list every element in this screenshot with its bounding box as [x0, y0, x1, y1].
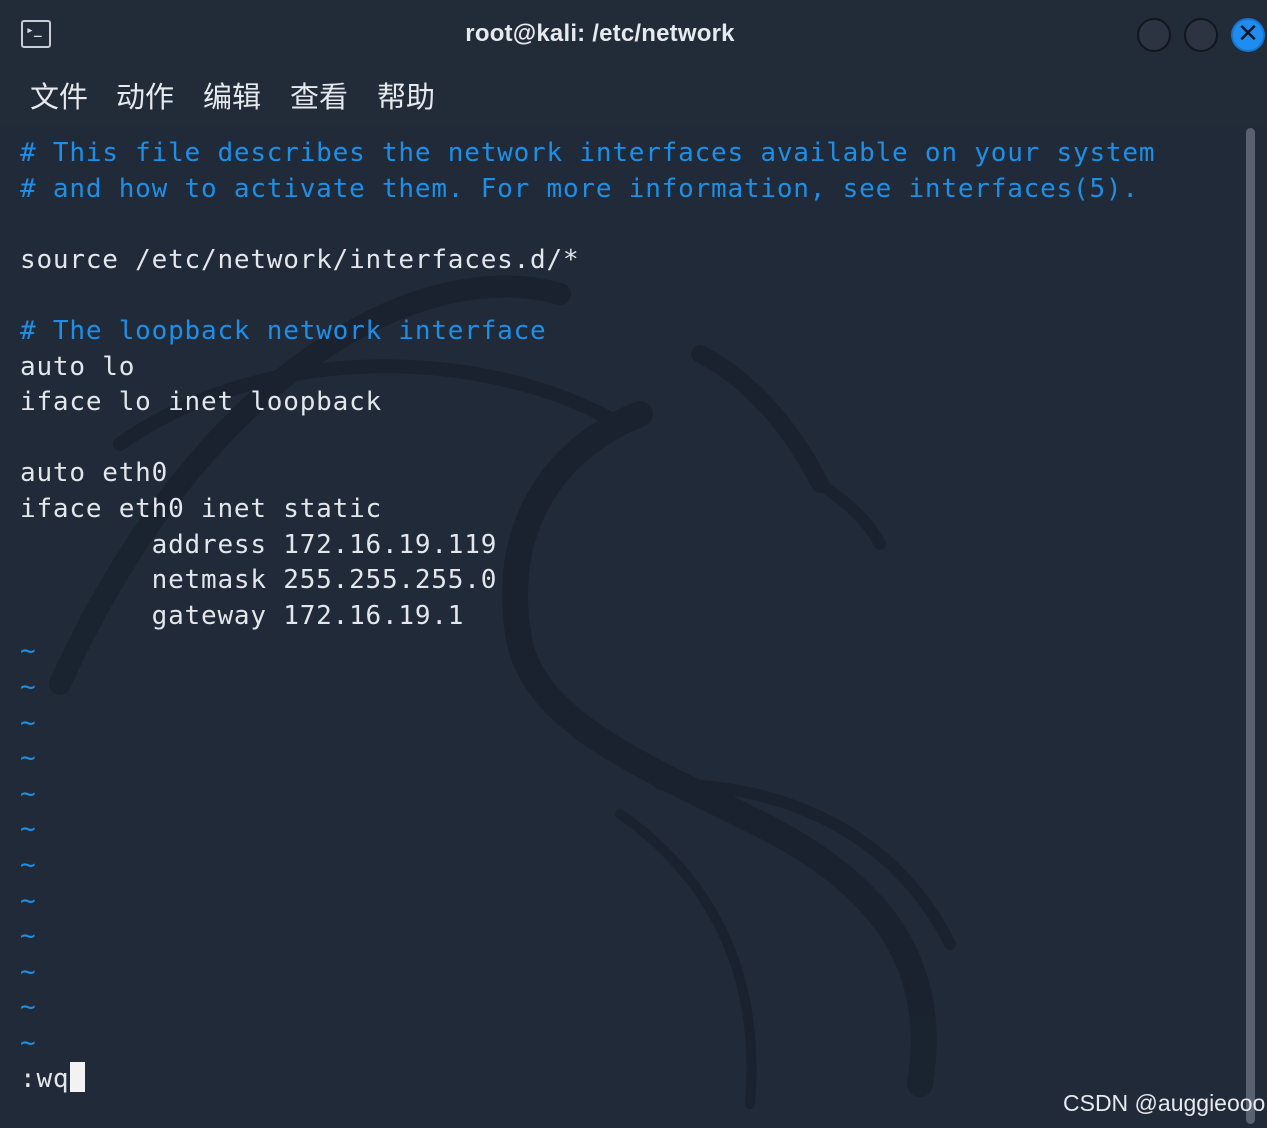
terminal-content[interactable]: # This file describes the network interf… — [0, 124, 1240, 1128]
empty-line-marker: ~ — [20, 1028, 37, 1058]
comment-line: # The loopback network interface — [20, 316, 547, 346]
empty-line-marker: ~ — [20, 956, 37, 987]
code-line: netmask 255.255.255.0 — [20, 565, 498, 596]
empty-line-marker: ~ — [20, 885, 37, 916]
code-line: iface eth0 inet static — [20, 494, 382, 524]
empty-line-marker: ~ — [20, 992, 37, 1023]
empty-line-marker: ~ — [20, 672, 37, 702]
empty-line-marker: ~ — [20, 707, 37, 738]
empty-line-marker: ~ — [20, 921, 37, 952]
empty-line-marker: ~ — [20, 814, 37, 845]
terminal-window: ▸_ root@kali: /etc/network ✕ 文件 动作 编辑 查看… — [0, 0, 1267, 1128]
vim-command-line[interactable]: :wq — [20, 1061, 86, 1096]
comment-line: # and how to activate them. For more inf… — [20, 173, 1139, 204]
menu-bar: 文件 动作 编辑 查看 帮助 — [0, 72, 1267, 125]
code-line: iface lo inet loopback — [20, 387, 382, 418]
menu-action[interactable]: 动作 — [116, 80, 174, 114]
minimize-button[interactable] — [1137, 18, 1171, 52]
menu-help[interactable]: 帮助 — [377, 80, 435, 114]
text-cursor — [70, 1061, 86, 1092]
comment-line: # This file describes the network interf… — [20, 138, 1156, 168]
menu-view[interactable]: 查看 — [290, 80, 348, 114]
empty-line-marker: ~ — [20, 850, 37, 880]
maximize-button[interactable] — [1184, 18, 1218, 52]
code-line: auto lo — [20, 351, 136, 382]
terminal-app-icon[interactable]: ▸_ — [21, 20, 51, 48]
csdn-watermark: CSDN @auggieooo — [1063, 1090, 1266, 1116]
close-icon: ✕ — [1237, 19, 1259, 49]
window-title: root@kali: /etc/network — [465, 20, 735, 47]
title-bar[interactable]: ▸_ root@kali: /etc/network ✕ — [0, 0, 1267, 72]
empty-line-marker: ~ — [20, 743, 37, 774]
code-line: source /etc/network/interfaces.d/* — [20, 244, 580, 275]
menu-file[interactable]: 文件 — [30, 80, 88, 114]
code-line: auto eth0 — [20, 458, 169, 489]
close-button[interactable]: ✕ — [1231, 18, 1265, 52]
command-text: :wq — [20, 1063, 70, 1094]
empty-line-marker: ~ — [20, 636, 37, 667]
empty-line-marker: ~ — [20, 778, 37, 809]
menu-edit[interactable]: 编辑 — [203, 80, 261, 114]
code-line: gateway 172.16.19.1 — [20, 600, 465, 631]
code-line: address 172.16.19.119 — [20, 529, 498, 560]
scrollbar-thumb[interactable] — [1246, 128, 1255, 1124]
vertical-scrollbar[interactable] — [1240, 124, 1267, 1128]
